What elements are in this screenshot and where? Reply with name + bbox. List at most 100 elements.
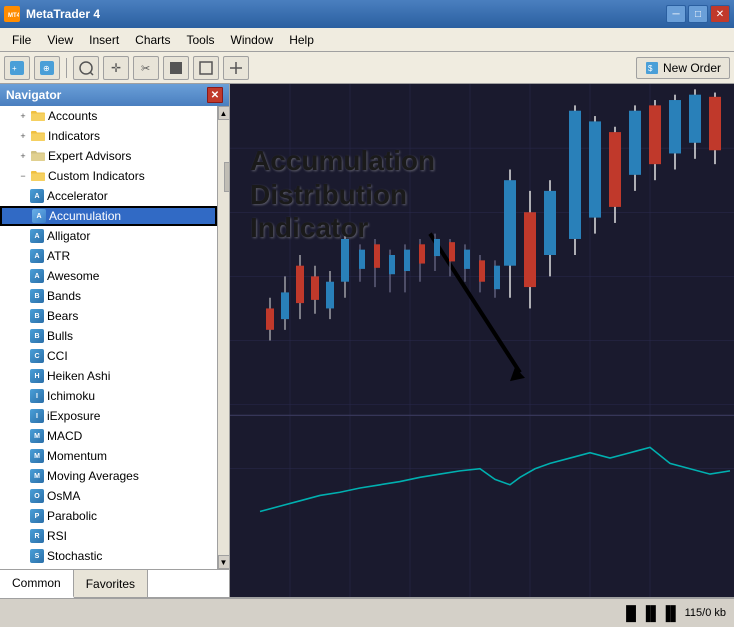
alligator-icon: A	[30, 229, 44, 243]
tree-item-macd[interactable]: M MACD	[0, 426, 217, 446]
tree-item-iexposure[interactable]: I iExposure	[0, 406, 217, 426]
close-button[interactable]: ✕	[710, 5, 730, 23]
toolbar-btn-7[interactable]	[193, 56, 219, 80]
tree-item-atr[interactable]: A ATR	[0, 246, 217, 266]
menu-bar: File View Insert Charts Tools Window Hel…	[0, 28, 734, 52]
tree-item-heiken-ashi[interactable]: H Heiken Ashi	[0, 366, 217, 386]
rsi-icon: R	[30, 529, 44, 543]
folder-accounts-icon	[30, 108, 46, 124]
moving-averages-icon: M	[30, 469, 44, 483]
osma-icon: O	[30, 489, 44, 503]
folder-ea-icon	[30, 148, 46, 164]
tree-item-stochastic[interactable]: S Stochastic	[0, 546, 217, 566]
toolbar-btn-6[interactable]	[163, 56, 189, 80]
navigator-close-button[interactable]: ✕	[207, 87, 223, 103]
rsi-label: RSI	[47, 529, 67, 543]
macd-icon: M	[30, 429, 44, 443]
heiken-ashi-label: Heiken Ashi	[47, 369, 110, 383]
menu-charts[interactable]: Charts	[127, 31, 178, 49]
tab-favorites[interactable]: Favorites	[74, 570, 148, 597]
expand-ci-icon: −	[16, 169, 30, 183]
scroll-down-button[interactable]: ▼	[218, 555, 230, 569]
scroll-up-button[interactable]: ▲	[218, 106, 230, 120]
momentum-icon: M	[30, 449, 44, 463]
accumulation-label: Accumulation	[49, 209, 121, 223]
accumulation-icon: A	[32, 209, 46, 223]
menu-tools[interactable]: Tools	[179, 31, 223, 49]
tree-item-custom-indicators[interactable]: − Custom Indicators	[0, 166, 217, 186]
window-title: MetaTrader 4	[26, 7, 100, 21]
toolbar-btn-1[interactable]: +	[4, 56, 30, 80]
atr-icon: A	[30, 249, 44, 263]
accelerator-icon: A	[30, 189, 44, 203]
expand-ea-icon: +	[16, 149, 30, 163]
parabolic-label: Parabolic	[47, 509, 97, 523]
stochastic-icon: S	[30, 549, 44, 563]
navigator-footer: Common Favorites	[0, 569, 229, 597]
navigator-header: Navigator ✕	[0, 84, 229, 106]
tree-item-alligator[interactable]: A Alligator	[0, 226, 217, 246]
tree-item-awesome[interactable]: A Awesome	[0, 266, 217, 286]
bulls-label: Bulls	[47, 329, 73, 343]
cci-label: CCI	[47, 349, 68, 363]
tab-common-label: Common	[12, 576, 61, 590]
tree-item-accumulation[interactable]: A Accumulation	[0, 206, 217, 226]
tree-item-osma[interactable]: O OsMA	[0, 486, 217, 506]
tree-item-indicators[interactable]: + Indicators	[0, 126, 217, 146]
annotation-line2: Distribution	[250, 178, 435, 212]
tree-item-rsi[interactable]: R RSI	[0, 526, 217, 546]
tree-item-moving-averages[interactable]: M Moving Averages	[0, 466, 217, 486]
maximize-button[interactable]: □	[688, 5, 708, 23]
toolbar-btn-3[interactable]	[73, 56, 99, 80]
folder-indicators-icon	[30, 128, 46, 144]
new-order-button[interactable]: $ New Order	[636, 57, 730, 79]
stochastic-label: Stochastic	[47, 549, 102, 563]
tab-common[interactable]: Common	[0, 570, 74, 598]
ichimoku-label: Ichimoku	[47, 389, 95, 403]
tree-item-parabolic[interactable]: P Parabolic	[0, 506, 217, 526]
menu-help[interactable]: Help	[281, 31, 322, 49]
chart-area: Accumulation Distribution Indicator	[230, 84, 734, 597]
toolbar-btn-2[interactable]: ⊕	[34, 56, 60, 80]
ea-label: Expert Advisors	[48, 149, 131, 163]
alligator-label: Alligator	[47, 229, 90, 243]
accounts-label: Accounts	[48, 109, 97, 123]
menu-view[interactable]: View	[39, 31, 81, 49]
tree-item-bulls[interactable]: B Bulls	[0, 326, 217, 346]
tree-item-bands[interactable]: B Bands	[0, 286, 217, 306]
ichimoku-icon: I	[30, 389, 44, 403]
annotation-line3: Indicator	[250, 211, 435, 245]
status-memory: ▐▌▐▌▐▌ 115/0 kb	[621, 605, 726, 621]
menu-file[interactable]: File	[4, 31, 39, 49]
scroll-thumb[interactable]	[224, 162, 230, 192]
ci-label: Custom Indicators	[48, 169, 145, 183]
toolbar-btn-5[interactable]: ✂	[133, 56, 159, 80]
minimize-button[interactable]: ─	[666, 5, 686, 23]
tree-item-ichimoku[interactable]: I Ichimoku	[0, 386, 217, 406]
svg-text:MT4: MT4	[8, 13, 19, 19]
indicators-label: Indicators	[48, 129, 100, 143]
menu-insert[interactable]: Insert	[81, 31, 127, 49]
tree-item-accounts[interactable]: + Accounts	[0, 106, 217, 126]
navigator-title: Navigator	[6, 88, 61, 102]
expand-indicators-icon: +	[16, 129, 30, 143]
navigator-scrollbar[interactable]: ▲ ▼	[217, 106, 229, 569]
toolbar-sep-1	[66, 58, 67, 78]
tree-item-momentum[interactable]: M Momentum	[0, 446, 217, 466]
menu-window[interactable]: Window	[223, 31, 282, 49]
iexposure-icon: I	[30, 409, 44, 423]
tree-item-bears[interactable]: B Bears	[0, 306, 217, 326]
tree-item-cci[interactable]: C CCI	[0, 346, 217, 366]
title-bar-left: MT4 MetaTrader 4	[4, 6, 100, 22]
bands-label: Bands	[47, 289, 81, 303]
toolbar-btn-4[interactable]: ✛	[103, 56, 129, 80]
tree-item-accelerator[interactable]: A Accelerator	[0, 186, 217, 206]
bears-label: Bears	[47, 309, 78, 323]
title-bar-controls: ─ □ ✕	[666, 5, 730, 23]
svg-text:✂: ✂	[141, 63, 150, 75]
toolbar-btn-8[interactable]	[223, 56, 249, 80]
bulls-icon: B	[30, 329, 44, 343]
cci-icon: C	[30, 349, 44, 363]
new-order-label: New Order	[663, 61, 721, 75]
tree-item-expert-advisors[interactable]: + Expert Advisors	[0, 146, 217, 166]
